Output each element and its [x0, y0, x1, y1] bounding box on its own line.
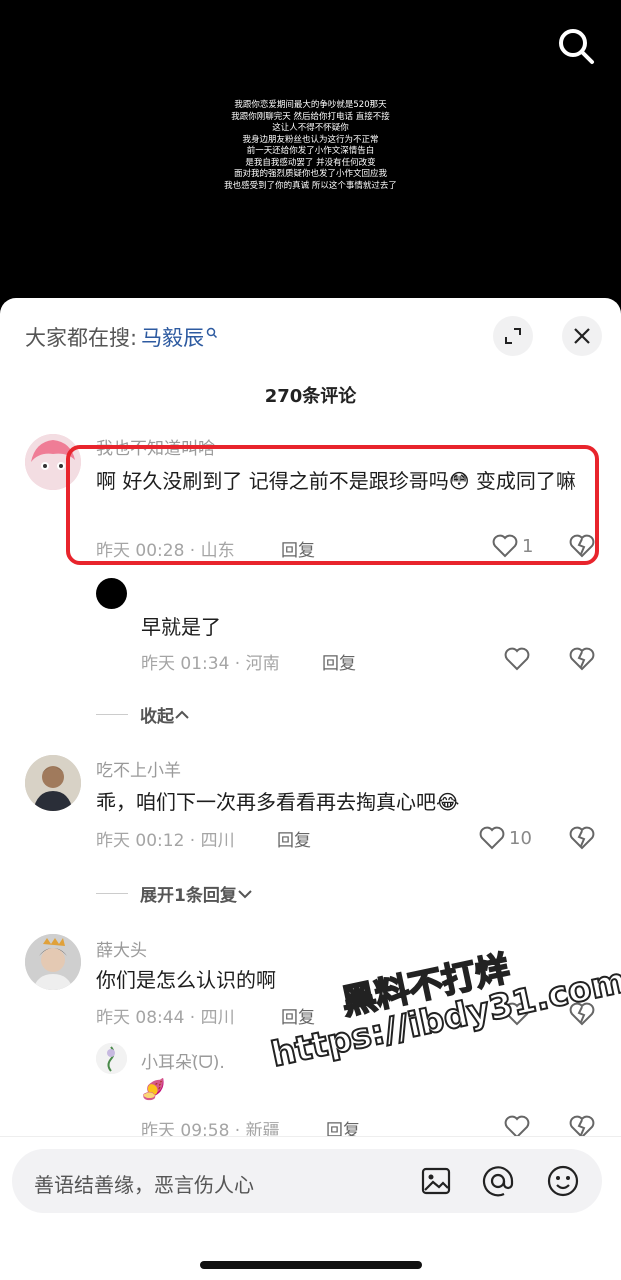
comment-time-location: 昨天 08:44 · 四川 — [96, 1008, 235, 1028]
comment-username[interactable]: 薛大头 — [96, 936, 147, 961]
avatar[interactable] — [25, 934, 81, 990]
illustration-avatar-image — [96, 1043, 127, 1074]
comment-text: 你们是怎么认识的啊 — [96, 968, 276, 992]
avatar[interactable] — [96, 1043, 127, 1074]
expand-icon — [505, 328, 521, 344]
collapse-label: 收起 — [140, 707, 174, 727]
mention-button[interactable] — [480, 1163, 516, 1203]
divider — [96, 714, 128, 715]
divider — [96, 893, 128, 894]
search-icon — [206, 327, 218, 339]
like-button[interactable]: 10 — [479, 826, 532, 850]
video-player[interactable]: 我跟你恋爱期间最大的争吵就是520那天 我跟你刚聊完天 然后给你打电话 直接不接… — [0, 0, 621, 310]
avatar[interactable] — [96, 578, 127, 609]
image-icon — [421, 1167, 451, 1195]
close-button[interactable] — [562, 316, 602, 356]
photo-avatar-image — [25, 934, 81, 990]
comment-time-location: 昨天 01:34 · 河南 — [141, 654, 280, 674]
trending-search-keyword[interactable]: 马毅辰 — [141, 322, 204, 352]
dislike-button[interactable] — [569, 826, 595, 854]
caption-line: 前一天还给你发了小作文深情告白 — [246, 146, 375, 156]
home-indicator[interactable] — [200, 1261, 422, 1269]
reply-button[interactable]: 回复 — [322, 649, 356, 674]
collapse-replies-button[interactable]: 收起 — [96, 702, 190, 727]
expand-button[interactable] — [493, 316, 533, 356]
like-count: 10 — [509, 827, 532, 849]
comment-input-bar: 善语结善缘，恶言伤人心 — [0, 1136, 621, 1280]
trending-search-prefix: 大家都在搜: — [25, 326, 138, 350]
caption-line: 我也感受到了你的真诚 所以这个事情就过去了 — [224, 180, 397, 191]
emoji-icon — [547, 1165, 579, 1197]
video-caption-overlay: 我跟你恋爱期间最大的争吵就是520那天 我跟你刚聊完天 然后给你打电话 直接不接… — [150, 100, 471, 192]
caption-line: 我身边朋友粉丝也认为这行为不正常 — [242, 134, 379, 145]
image-button[interactable] — [418, 1163, 454, 1203]
expand-label: 展开1条回复 — [140, 886, 237, 906]
caption-line: 我跟你恋爱期间最大的争吵就是520那天 — [234, 100, 387, 110]
highlight-box — [66, 445, 599, 565]
dislike-button[interactable] — [569, 647, 595, 675]
comment-count: 270条评论 — [264, 386, 357, 407]
heart-icon — [479, 826, 505, 850]
close-icon — [574, 328, 590, 344]
comment-text: 早就是了 — [141, 615, 221, 639]
avatar[interactable] — [25, 755, 81, 811]
caption-line: 面对我的强烈质疑你也发了小作文回应我 — [233, 169, 387, 179]
comment-username[interactable]: 吃不上小羊 — [96, 756, 181, 781]
at-icon — [482, 1166, 514, 1197]
emoji-button[interactable] — [545, 1163, 581, 1203]
caption-line: 是我自我感动罢了 并没有任何改变 — [245, 157, 376, 168]
chevron-down-icon — [238, 889, 252, 898]
comment-input[interactable]: 善语结善缘，恶言伤人心 — [12, 1149, 602, 1213]
search-button[interactable] — [552, 22, 600, 70]
chevron-up-icon — [175, 710, 189, 719]
comments-sheet: 大家都在搜: 马毅辰 270条评论 我也不知道叫啥 啊 好久没刷到了 记得之前不… — [0, 298, 621, 1280]
expand-replies-button[interactable]: 展开1条回复 — [96, 881, 253, 906]
trending-search[interactable]: 大家都在搜: 马毅辰 — [25, 322, 218, 352]
sheet-header: 大家都在搜: 马毅辰 — [0, 298, 621, 378]
reply-button[interactable]: 回复 — [277, 826, 311, 851]
like-button[interactable] — [504, 647, 534, 671]
heart-icon — [504, 647, 530, 671]
caption-line: 我跟你刚聊完天 然后给你打电话 直接不接 — [231, 111, 390, 122]
comment-time-location: 昨天 00:12 · 四川 — [96, 831, 235, 851]
broken-heart-icon — [569, 826, 595, 850]
comment-input-placeholder: 善语结善缘，恶言伤人心 — [34, 1173, 254, 1197]
comment-text: 🍠 — [141, 1077, 166, 1101]
search-icon — [559, 29, 594, 64]
comment-username[interactable]: 小耳朵(̀ᗜ). — [141, 1048, 225, 1073]
broken-heart-icon — [569, 647, 595, 671]
photo-avatar-image — [25, 755, 81, 811]
caption-line: 这让人不得不怀疑你 — [272, 123, 349, 133]
comment-text: 乖，咱们下一次再多看看再去掏真心吧😂 — [96, 790, 460, 814]
reply-button[interactable]: 回复 — [281, 1003, 315, 1028]
